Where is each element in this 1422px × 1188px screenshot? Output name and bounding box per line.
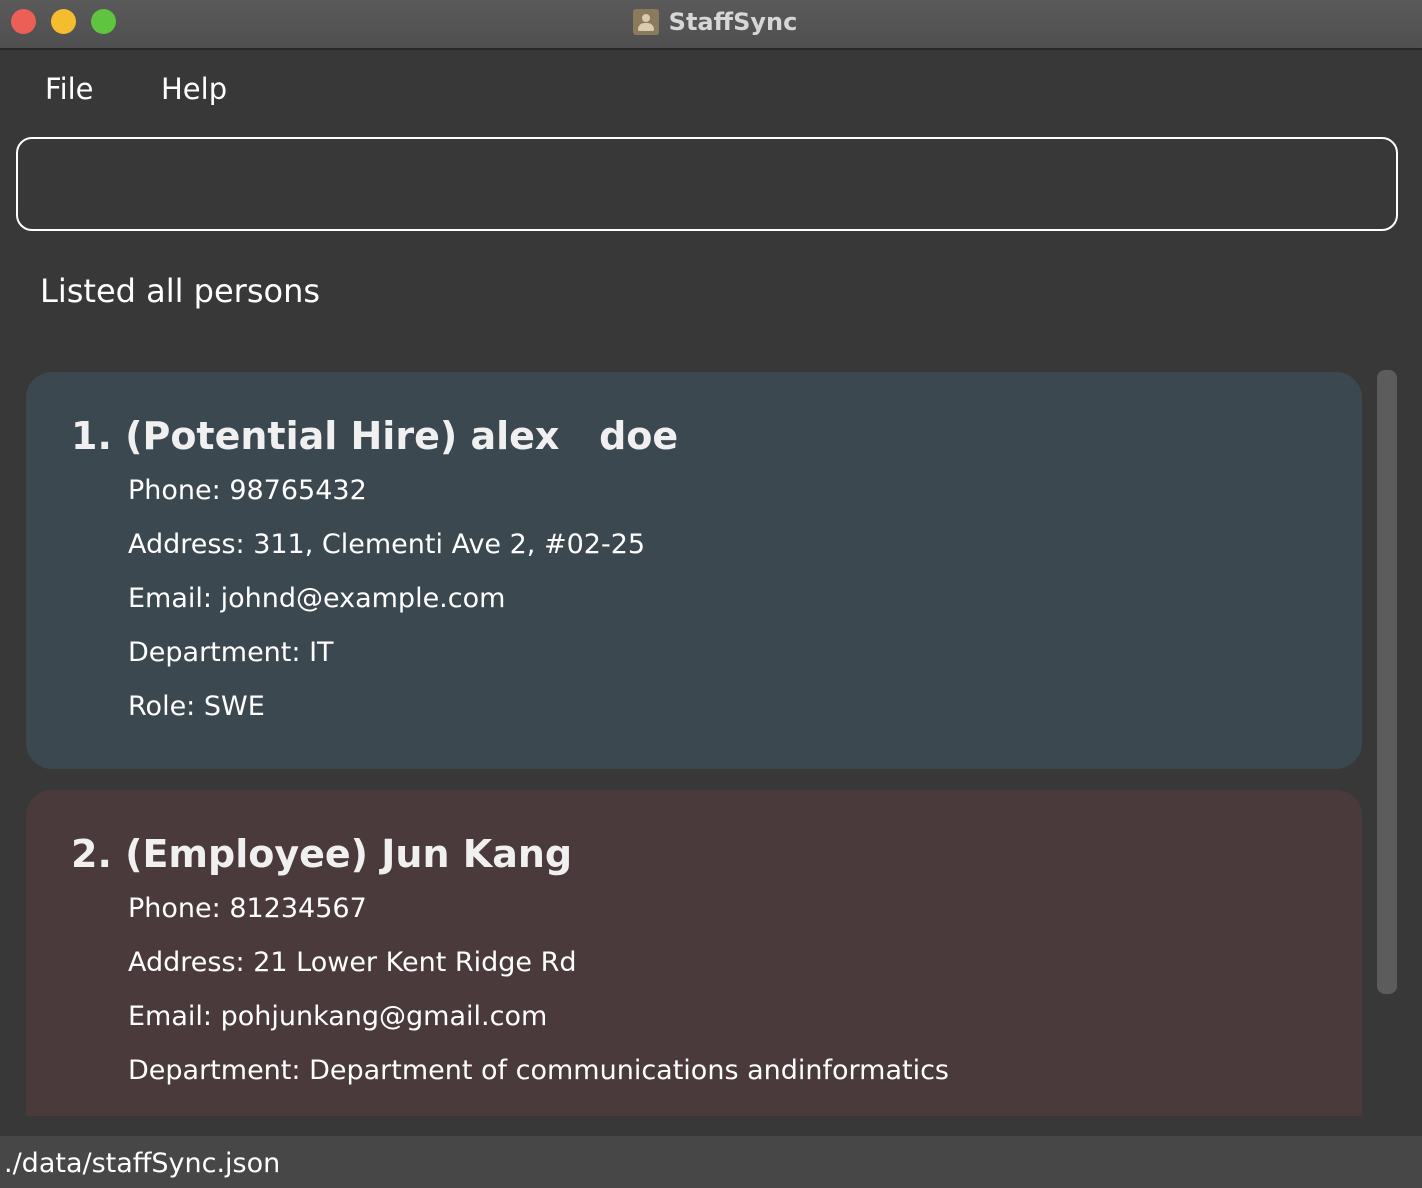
person-address: Address: 311, Clementi Ave 2, #02-25 — [128, 529, 646, 560]
person-card[interactable]: 2. (Employee) Jun Kang Phone: 81234567 A… — [26, 790, 1362, 1116]
command-input[interactable] — [18, 139, 1396, 229]
title-bar[interactable]: StaffSync — [0, 0, 1422, 50]
list-scrollbar[interactable] — [1377, 370, 1399, 996]
person-department: Department: IT — [128, 637, 334, 668]
menu-help[interactable]: Help — [161, 72, 227, 106]
status-bar: ./data/staffSync.json — [0, 1136, 1422, 1188]
person-department: Department: Department of communications… — [128, 1055, 949, 1086]
app-contact-icon — [632, 9, 659, 35]
result-display: Listed all persons — [40, 272, 321, 310]
person-name: 1. (Potential Hire) alex doe — [71, 414, 679, 458]
menu-bar: File Help — [0, 50, 1422, 130]
person-card[interactable]: 1. (Potential Hire) alex doe Phone: 9876… — [26, 372, 1362, 769]
scrollbar-thumb[interactable] — [1377, 370, 1397, 994]
command-box[interactable] — [16, 137, 1398, 231]
window-title: StaffSync — [668, 8, 798, 36]
person-role: Role: SWE — [128, 691, 265, 722]
data-file-path: ./data/staffSync.json — [4, 1148, 281, 1179]
person-phone: Phone: 81234567 — [128, 893, 367, 924]
person-email: Email: pohjunkang@gmail.com — [128, 1001, 548, 1032]
person-email: Email: johnd@example.com — [128, 583, 506, 614]
person-phone: Phone: 98765432 — [128, 475, 367, 506]
app-window: StaffSync File Help Listed all persons 1… — [0, 0, 1422, 1188]
person-name: 2. (Employee) Jun Kang — [71, 832, 573, 876]
menu-file[interactable]: File — [45, 72, 94, 106]
window-title-group: StaffSync — [0, 0, 1422, 44]
person-address: Address: 21 Lower Kent Ridge Rd — [128, 947, 577, 978]
person-list[interactable]: 1. (Potential Hire) alex doe Phone: 9876… — [0, 372, 1380, 1116]
